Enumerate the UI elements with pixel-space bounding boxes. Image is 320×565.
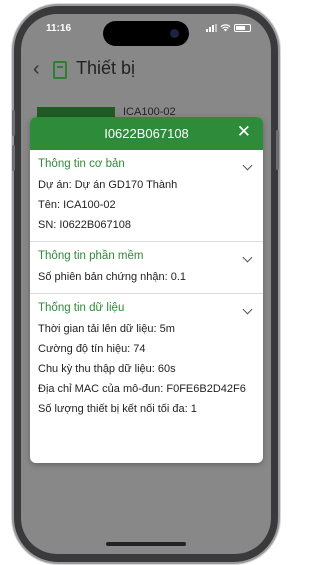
status-bar: 11:16 [21,14,271,54]
section-title: Thông tin phần mềm [38,250,144,262]
close-icon[interactable]: ✕ [237,123,251,141]
info-row-serial: SN: I0622B067108 [38,219,131,231]
status-time: 11:16 [46,23,72,34]
info-row-collection-cycle: Chu kỳ thu thập dữ liệu: 60s [38,363,176,375]
info-row-signal-strength: Cường độ tín hiệu: 74 [38,343,146,355]
power-button [276,130,279,170]
info-row-cert-version: Số phiên bản chứng nhận: 0.1 [38,271,187,283]
device-list-icon [53,61,67,79]
dynamic-island [103,21,189,46]
info-row-max-connections: Số lượng thiết bị kết nối tối đa: 1 [38,403,197,415]
back-icon[interactable]: ‹ [33,59,40,79]
status-icons [206,24,251,32]
device-detail-dialog: I0622B067108 ✕ Thông tin cơ bản Dự án: D… [30,117,263,463]
section-title: Thống tin dữ liệu [38,302,125,314]
volume-up-button [12,110,15,136]
home-indicator[interactable] [106,542,186,546]
info-row-upload-time: Thời gian tải lên dữ liệu: 5m [38,323,175,335]
phone-screen: 11:16 ‹ Thiết bị ICA100-02 I0622B067108 … [21,14,271,554]
dialog-header: I0622B067108 ✕ [30,117,263,150]
app-bar: ‹ Thiết bị [21,54,271,88]
volume-down-button [12,145,15,171]
info-row-project: Dự án: Dự án GD170 Thành [38,179,178,191]
signal-icon [206,24,217,32]
section-data-info[interactable]: Thống tin dữ liệu Thời gian tải lên dữ l… [30,294,263,425]
battery-icon [234,24,251,32]
section-title: Thông tin cơ bản [38,158,125,170]
page-title: Thiết bị [76,58,136,78]
info-row-name: Tên: ICA100-02 [38,199,116,211]
info-row-mac-address: Địa chỉ MAC của mô-đun: F0FE6B2D42F6 [38,383,246,395]
section-basic-info[interactable]: Thông tin cơ bản Dự án: Dự án GD170 Thàn… [30,150,263,242]
wifi-icon [220,24,231,32]
section-software-info[interactable]: Thông tin phần mềm Số phiên bản chứng nh… [30,242,263,294]
dialog-title: I0622B067108 [104,126,189,141]
camera-icon [170,29,179,38]
